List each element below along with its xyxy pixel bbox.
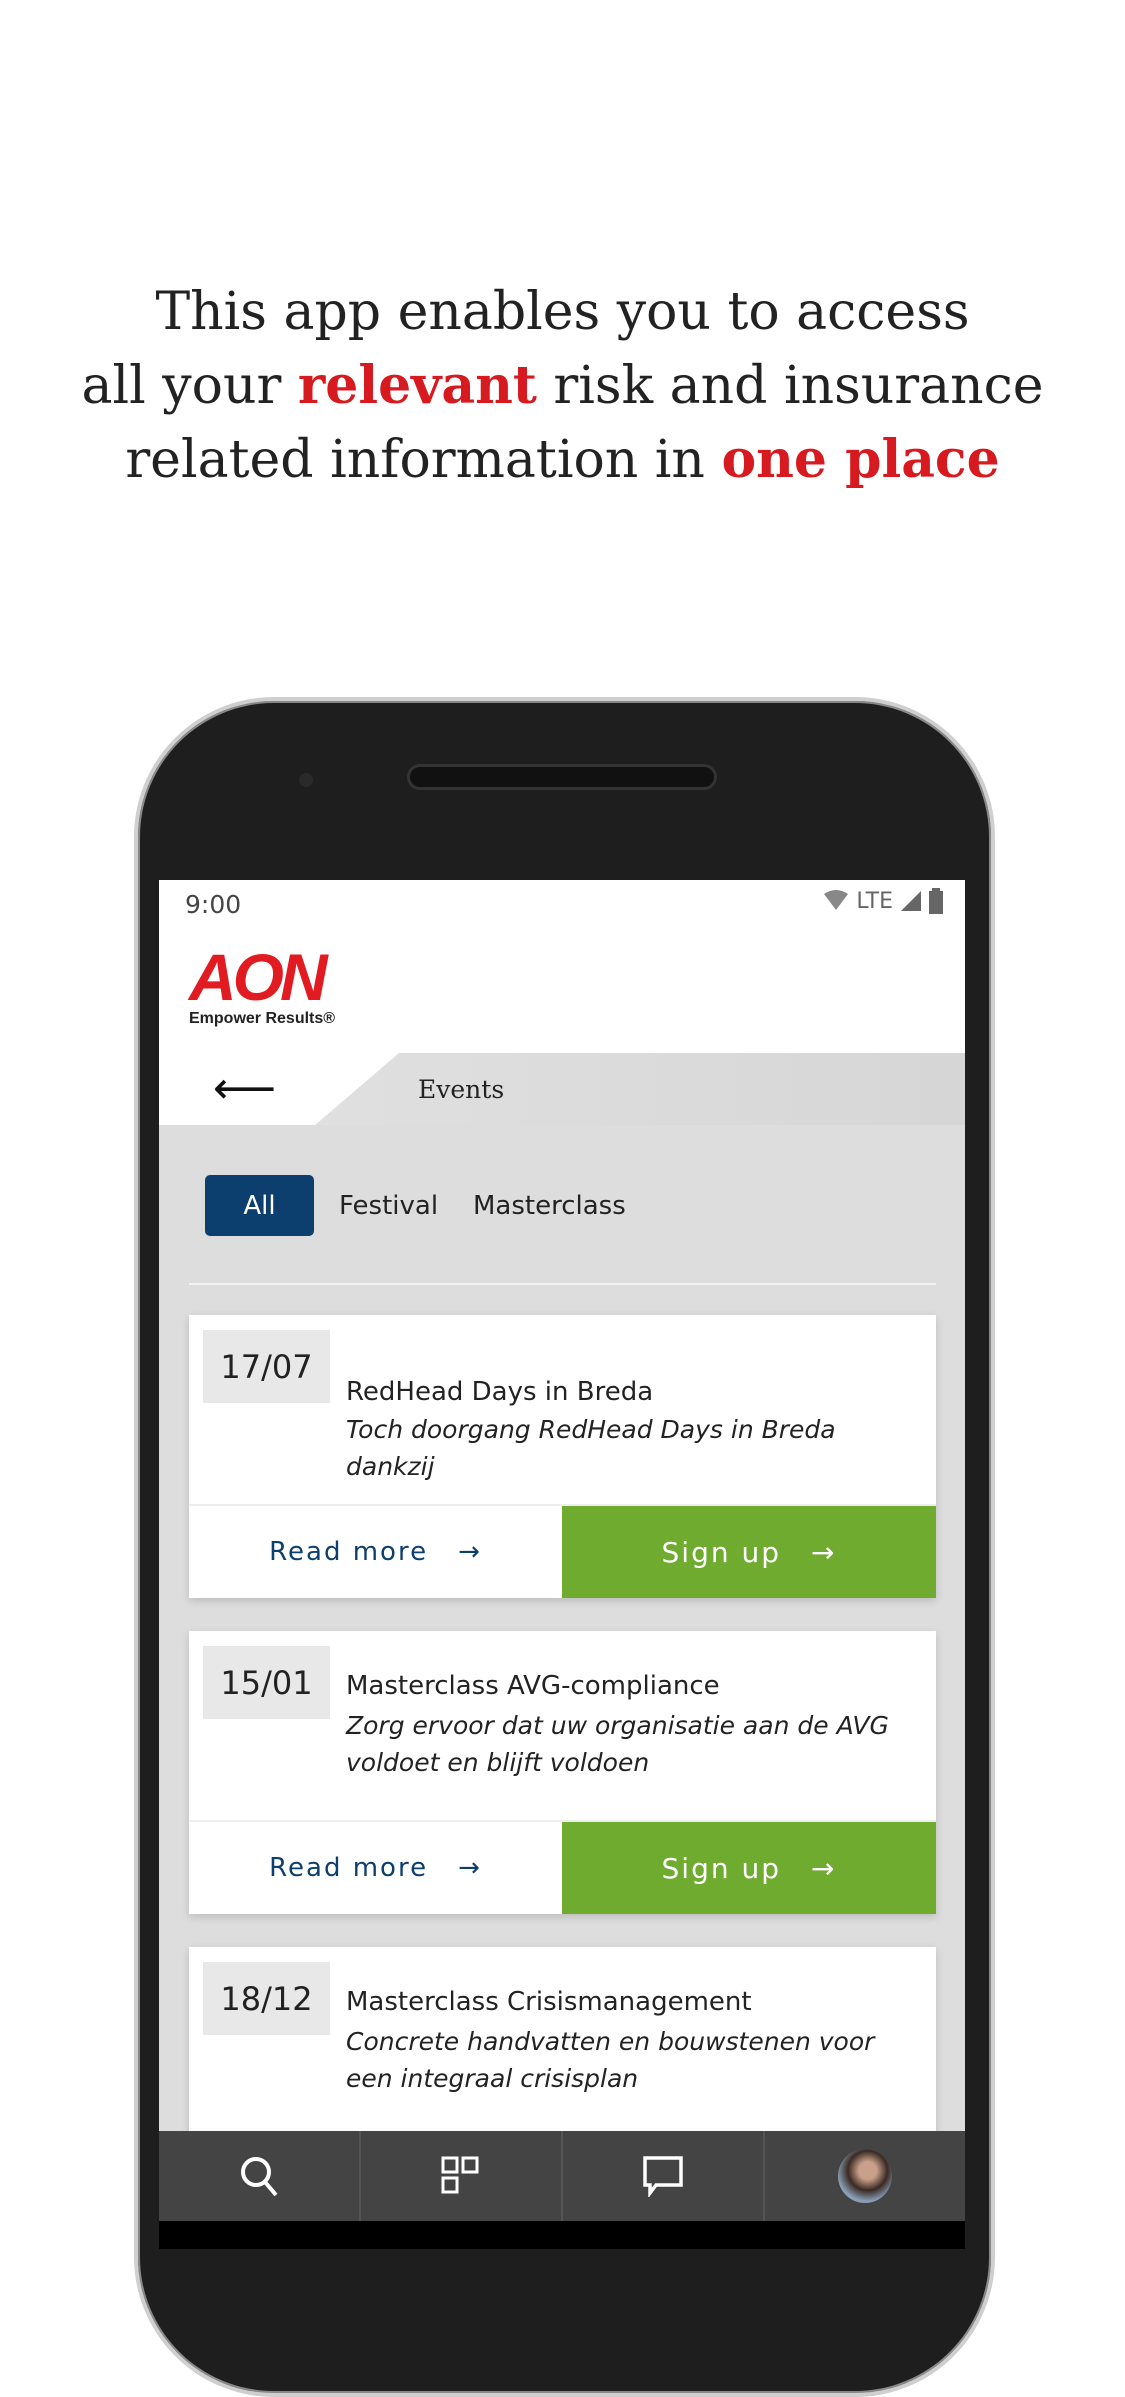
tab-messages[interactable]: [563, 2131, 765, 2221]
headline: This app enables you to access all your …: [0, 276, 1125, 497]
event-card[interactable]: 18/12 Masterclass Crisismanagement Concr…: [189, 1947, 936, 2147]
grid-icon: [441, 2156, 479, 2194]
tab-profile[interactable]: [765, 2131, 965, 2221]
event-subtitle: Concrete handvatten en bouwstenen voor e…: [346, 2027, 875, 2093]
tab-search[interactable]: [159, 2131, 361, 2221]
event-subtitle: Toch doorgang RedHead Days in Breda dank…: [346, 1415, 836, 1481]
aon-logo: AON Empower Results®: [189, 944, 335, 1028]
bottom-tab-bar: [159, 2131, 965, 2221]
event-date: 18/12: [203, 1962, 330, 2035]
arrow-right-icon: →: [811, 1851, 837, 1885]
system-nav-bar: [159, 2221, 965, 2249]
filter-all[interactable]: All: [205, 1175, 314, 1236]
wifi-icon: [824, 890, 849, 910]
event-title: Masterclass Crisismanagement: [346, 1987, 752, 2017]
event-date: 17/07: [203, 1330, 330, 1403]
logo-tagline: Empower Results®: [189, 1010, 336, 1027]
status-bar: 9:00 LTE: [159, 880, 965, 930]
headline-line: risk and insurance: [536, 356, 1044, 416]
headline-highlight: one place: [721, 429, 1000, 490]
event-date: 15/01: [203, 1646, 330, 1719]
arrow-right-icon: →: [458, 1537, 482, 1567]
event-title: RedHead Days in Breda: [346, 1377, 654, 1407]
battery-icon: [929, 888, 943, 914]
avatar[interactable]: [838, 2149, 892, 2203]
back-arrow-icon[interactable]: ⟵: [213, 1067, 276, 1111]
read-more-button[interactable]: Read more →: [189, 1506, 562, 1598]
divider: [189, 1283, 936, 1285]
arrow-right-icon: →: [811, 1535, 837, 1569]
event-card[interactable]: 17/07 RedHead Days in Breda Toch doorgan…: [189, 1315, 936, 1598]
filter-masterclass[interactable]: Masterclass: [473, 1175, 626, 1236]
search-icon: [241, 2157, 278, 2197]
event-subtitle: Zorg ervoor dat uw organisatie aan de AV…: [346, 1711, 889, 1777]
sign-up-button[interactable]: Sign up →: [562, 1822, 936, 1914]
chat-icon: [643, 2156, 683, 2197]
logo-text: AON: [189, 940, 328, 1014]
arrow-right-icon: →: [458, 1853, 482, 1883]
headline-highlight: relevant: [297, 355, 537, 416]
headline-line: related information in: [125, 430, 722, 490]
signal-icon: [901, 891, 921, 911]
sign-up-button[interactable]: Sign up →: [562, 1506, 936, 1598]
nav-bar: ⟵ Events: [159, 1053, 965, 1125]
event-card[interactable]: 15/01 Masterclass AVG-compliance Zorg er…: [189, 1631, 936, 1914]
app-screen: 9:00 LTE AON Empower Results® ⟵ Events A…: [159, 880, 965, 2249]
read-more-button[interactable]: Read more →: [189, 1822, 562, 1914]
phone-speaker: [407, 764, 717, 790]
network-type: LTE: [856, 888, 893, 914]
app-header: AON Empower Results®: [159, 930, 965, 1053]
headline-line: all your: [81, 356, 298, 416]
tab-dashboard[interactable]: [361, 2131, 563, 2221]
headline-line: This app enables you to access: [155, 282, 970, 342]
phone-camera: [299, 773, 313, 787]
page-title: Events: [418, 1075, 505, 1104]
status-time: 9:00: [185, 890, 242, 919]
event-title: Masterclass AVG-compliance: [346, 1671, 720, 1701]
filter-festival[interactable]: Festival: [339, 1175, 438, 1236]
